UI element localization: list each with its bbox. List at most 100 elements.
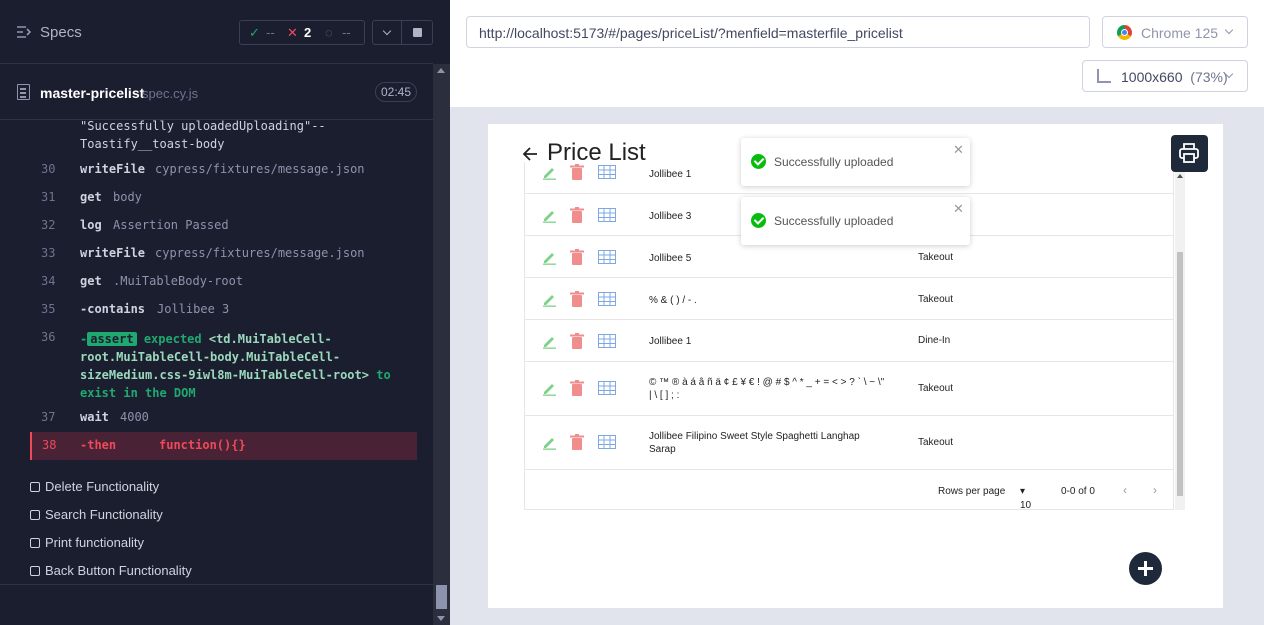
toast-message: Successfully uploaded	[774, 214, 894, 228]
table-row: © ™ ® à á â ñ ä ¢ £ ¥ € ! @ # $ ^ * _ + …	[525, 362, 1173, 416]
item-name: © ™ ® à á â ñ ä ¢ £ ¥ € ! @ # $ ^ * _ + …	[649, 377, 885, 401]
back-arrow-icon[interactable]	[522, 146, 538, 162]
viewport-size: 1000x660	[1121, 69, 1183, 85]
scrollbar-thumb[interactable]	[1177, 252, 1183, 496]
edit-icon[interactable]	[542, 381, 557, 396]
assert-command-row[interactable]: 36 - assert expected <td.MuiTableCell- ro…	[30, 330, 417, 402]
pending-count: --	[342, 25, 351, 40]
scrollbar-thumb[interactable]	[436, 585, 447, 609]
table-grid-icon[interactable]	[598, 381, 616, 395]
edit-icon[interactable]	[542, 165, 557, 180]
scroll-up-icon[interactable]	[437, 68, 445, 73]
close-icon[interactable]: ✕	[953, 142, 964, 158]
table-grid-icon[interactable]	[598, 334, 616, 348]
aut-preview-area: http://localhost:5173/#/pages/priceList/…	[450, 0, 1264, 625]
delete-icon[interactable]	[570, 207, 584, 223]
specs-title[interactable]: Specs	[40, 24, 82, 41]
table-grid-icon[interactable]	[598, 165, 616, 179]
browser-selector[interactable]: Chrome 125	[1102, 16, 1248, 48]
assert-badge: assert	[87, 332, 137, 346]
item-type: Takeout	[918, 437, 954, 448]
assert-message: - assert expected <td.MuiTableCell- root.…	[80, 332, 391, 400]
delete-icon[interactable]	[570, 249, 584, 265]
rows-per-page-select[interactable]: 10 ▾	[1020, 486, 1031, 511]
edit-icon[interactable]	[542, 208, 557, 223]
print-button[interactable]	[1171, 135, 1208, 172]
toast-message: Successfully uploaded	[774, 155, 894, 169]
item-name: Jollibee 5	[649, 253, 692, 264]
prev-page-icon[interactable]: ‹	[1123, 483, 1127, 497]
pending-test-icon	[30, 538, 40, 548]
table-pagination: Rows per page 10 ▾ 0-0 of 0 ‹ ›	[525, 472, 1173, 511]
rows-per-page-label: Rows per page	[938, 486, 1006, 497]
item-type: Takeout	[918, 252, 954, 263]
table-row: Jollibee Filipino Sweet Style Spaghetti …	[525, 416, 1173, 470]
spec-file-header[interactable]: master-pricelist spec.cy.js 02:45	[0, 65, 433, 120]
scroll-down-icon[interactable]	[437, 616, 445, 621]
stop-button[interactable]	[401, 20, 433, 45]
delete-icon[interactable]	[570, 434, 584, 450]
delete-icon[interactable]	[570, 164, 584, 180]
stop-icon	[413, 28, 422, 37]
specs-menu-icon[interactable]	[16, 25, 32, 39]
delete-icon[interactable]	[570, 291, 584, 307]
table-grid-icon[interactable]	[598, 292, 616, 306]
failed-x-icon: ✕	[287, 25, 298, 40]
edit-icon[interactable]	[542, 292, 557, 307]
success-check-icon	[751, 154, 766, 169]
passed-count: --	[266, 25, 275, 40]
item-type: Dine-In	[918, 335, 951, 346]
url-bar[interactable]: http://localhost:5173/#/pages/priceList/…	[466, 16, 1090, 48]
page-range: 0-0 of 0	[1061, 486, 1095, 497]
next-page-icon[interactable]: ›	[1153, 483, 1157, 497]
viewport-zoom: (73%)	[1190, 69, 1228, 85]
pending-test-icon	[30, 482, 40, 492]
pending-test-icon	[30, 566, 40, 576]
close-icon[interactable]: ✕	[953, 201, 964, 217]
chrome-icon	[1117, 25, 1132, 40]
table-grid-icon[interactable]	[598, 435, 616, 449]
chevron-down-icon	[382, 26, 392, 36]
item-name: Jollibee Filipino Sweet Style Spaghetti …	[649, 431, 860, 455]
divider	[0, 584, 433, 585]
printer-icon	[1179, 143, 1199, 163]
item-name: % & ( ) / - .	[649, 295, 697, 306]
item-name: Jollibee 1	[649, 336, 692, 347]
spec-file-name: master-pricelist	[40, 85, 145, 101]
ruler-icon	[1097, 69, 1111, 83]
pending-spinner-icon: ◌	[325, 25, 333, 40]
app-under-test: Price List Jollibee 1 Jollibee 3 Jollibe…	[488, 124, 1223, 608]
edit-icon[interactable]	[542, 250, 557, 265]
delete-icon[interactable]	[570, 333, 584, 349]
pending-test-icon	[30, 510, 40, 520]
command-continuation: "Successfully uploadedUploading"-- Toast…	[80, 119, 326, 151]
options-dropdown-button[interactable]	[372, 20, 402, 45]
spec-duration: 02:45	[375, 82, 417, 102]
item-type: Takeout	[918, 383, 954, 394]
aut-header: http://localhost:5173/#/pages/priceList/…	[450, 0, 1264, 107]
table-row: Jollibee 1 Dine-In	[525, 320, 1173, 362]
table-row: % & ( ) / - . Takeout	[525, 278, 1173, 320]
spec-file-ext: spec.cy.js	[142, 86, 199, 101]
failed-command-row[interactable]: 38 -then function(){}	[30, 432, 417, 460]
failed-count: 2	[304, 25, 312, 40]
success-check-icon	[751, 213, 766, 228]
passed-check-icon: ✓	[249, 25, 260, 40]
command-log-scrollbar[interactable]	[433, 64, 450, 625]
viewport-selector[interactable]: 1000x660 (73%)	[1082, 60, 1248, 92]
cypress-runner-panel: Specs ✓ -- ✕ 2 ◌ -- master-pricelist spe…	[0, 0, 450, 625]
chevron-down-icon	[1224, 25, 1234, 35]
toast-notification[interactable]: Successfully uploaded ✕	[741, 138, 970, 186]
specs-header: Specs ✓ -- ✕ 2 ◌ --	[0, 0, 433, 64]
delete-icon[interactable]	[570, 380, 584, 396]
add-button[interactable]	[1129, 552, 1162, 585]
table-grid-icon[interactable]	[598, 208, 616, 222]
table-scrollbar[interactable]	[1175, 172, 1185, 510]
scroll-up-icon[interactable]	[1177, 174, 1183, 178]
edit-icon[interactable]	[542, 435, 557, 450]
table-grid-icon[interactable]	[598, 250, 616, 264]
edit-icon[interactable]	[542, 334, 557, 349]
toast-notification[interactable]: Successfully uploaded ✕	[741, 197, 970, 245]
item-type: Takeout	[918, 294, 954, 305]
document-icon	[17, 84, 30, 100]
